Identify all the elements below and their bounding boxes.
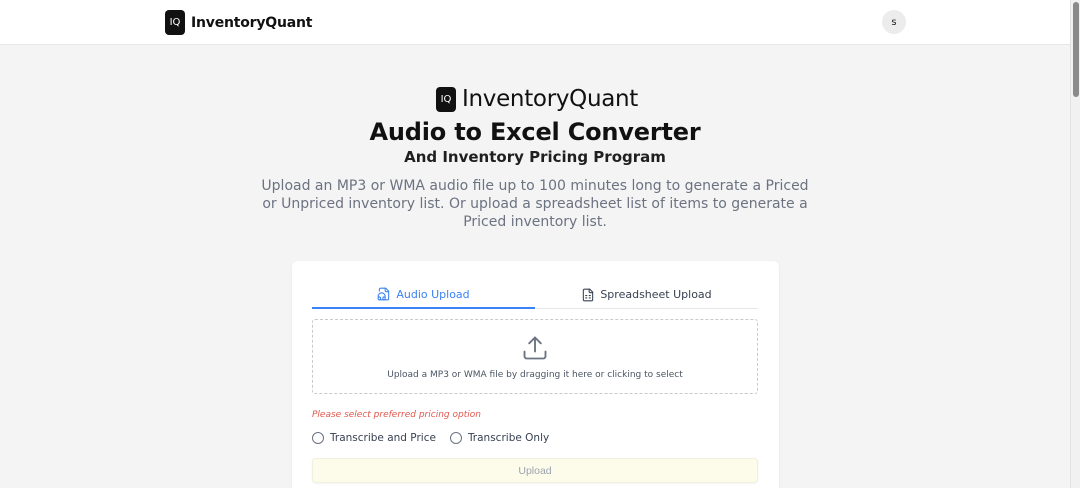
hero-logo-icon: IQ <box>436 86 456 112</box>
option-transcribe-only-label: Transcribe Only <box>467 432 550 444</box>
hero-brand: IQ InventoryQuant <box>436 86 638 112</box>
tab-audio-upload[interactable]: Audio Upload <box>312 281 535 309</box>
upload-icon <box>523 336 547 359</box>
page-title: Audio to Excel Converter <box>369 118 701 146</box>
upload-card: Audio Upload Spreadsheet Upload Upload a… <box>292 261 779 488</box>
page-subtitle: And Inventory Pricing Program <box>404 148 666 166</box>
pricing-options: Transcribe and Price Transcribe Only <box>312 432 549 444</box>
option-transcribe-and-price-label: Transcribe and Price <box>330 432 436 444</box>
upload-tabs: Audio Upload Spreadsheet Upload <box>312 281 758 309</box>
user-avatar-button[interactable]: s <box>882 10 906 34</box>
radio-transcribe-only[interactable] <box>449 432 462 444</box>
header-brand-link[interactable]: IQ InventoryQuant <box>165 10 312 35</box>
hero-brand-name: InventoryQuant <box>462 86 639 112</box>
upload-button[interactable]: Upload <box>312 458 758 483</box>
scrollbar-thumb[interactable] <box>1073 2 1079 97</box>
audio-dropzone[interactable]: Upload a MP3 or WMA file by dragging it … <box>312 319 758 394</box>
option-transcribe-only[interactable]: Transcribe Only <box>449 432 550 444</box>
page-description: Upload an MP3 or WMA audio file up to 10… <box>261 178 809 230</box>
tab-spreadsheet-upload-label: Spreadsheet Upload <box>600 288 712 301</box>
page-scrollbar[interactable] <box>1070 0 1080 488</box>
audio-file-icon <box>377 287 390 301</box>
top-navigation-bar: IQ InventoryQuant s <box>0 0 1070 45</box>
spreadsheet-file-icon <box>583 288 594 301</box>
dropzone-text: Upload a MP3 or WMA file by dragging it … <box>387 369 683 380</box>
radio-transcribe-and-price[interactable] <box>312 432 324 444</box>
tab-audio-upload-label: Audio Upload <box>396 287 470 301</box>
option-transcribe-and-price[interactable]: Transcribe and Price <box>312 432 436 444</box>
header-logo-icon: IQ <box>165 10 185 35</box>
tab-spreadsheet-upload[interactable]: Spreadsheet Upload <box>535 281 758 308</box>
header-brand-name: InventoryQuant <box>191 14 313 31</box>
pricing-option-warning: Please select preferred pricing option <box>312 410 481 420</box>
